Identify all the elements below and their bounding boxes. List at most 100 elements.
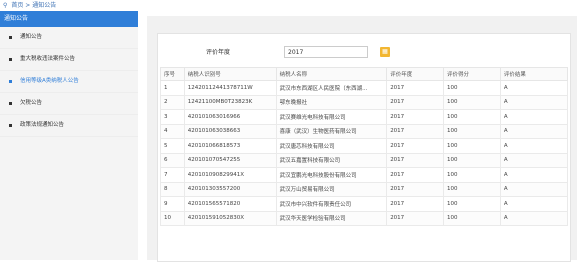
cell-score: 100 [443, 138, 501, 154]
cell-year: 2017 [386, 210, 444, 226]
sidebar-item-label: 重大税收违法案件公告 [20, 56, 76, 62]
column-header-tax-id: 纳税人识别号 [183, 67, 277, 81]
cell-year: 2017 [386, 109, 444, 125]
cell-index: 3 [160, 109, 185, 125]
table-row[interactable]: 6 420101070547255 武汉五嘉置科技有限公司 2017 100 A [160, 152, 569, 168]
table-row[interactable]: 10 420101591052830X 武汉华天医学检验有限公司 2017 100 A [160, 210, 569, 226]
table-row[interactable]: 8 420101303557200 武汉万山贸易有限公司 2017 100 A [160, 181, 569, 197]
sidebar-item-label: 信用等级A类纳税人公告 [20, 78, 79, 84]
cell-result: A [499, 196, 569, 212]
cell-score: 100 [443, 109, 501, 125]
sidebar-item-tax-arrears[interactable]: 欠税公告 [0, 93, 138, 115]
cell-index: 8 [160, 181, 185, 197]
cell-result: A [499, 138, 569, 154]
sidebar: 通知公告 通知公告 重大税收违法案件公告 信用等级A类纳税人公告 欠税公告 政策… [0, 11, 138, 260]
cell-score: 100 [443, 80, 501, 96]
table-row[interactable]: 9 420101565571820 武汉市中兴软件有限责任公司 2017 100 A [160, 196, 569, 212]
column-header-result: 评价结果 [499, 67, 569, 81]
column-header-index: 序号 [160, 67, 185, 81]
cell-name: 武汉五嘉置科技有限公司 [275, 152, 388, 168]
column-header-score: 评价得分 [443, 67, 501, 81]
cell-tax-id: 124201124413787​11W [183, 80, 277, 96]
sidebar-item-policy-notices[interactable]: 政策法规通知公告 [0, 115, 138, 137]
cell-score: 100 [443, 196, 501, 212]
cell-result: A [499, 94, 569, 110]
column-header-year: 评价年度 [386, 67, 444, 81]
cell-score: 100 [443, 210, 501, 226]
year-filter: 评价年度 2017 ▦ [206, 46, 390, 60]
bullet-icon [9, 80, 12, 83]
cell-name: 鄂东晚报社 [275, 94, 388, 110]
cell-year: 2017 [386, 152, 444, 168]
taxpayer-table: 序号 纳税人识别号 纳税人名称 评价年度 评价得分 评价结果 1 12420112… [160, 67, 569, 226]
cell-tax-id: 420101303557200 [183, 181, 277, 197]
table-row[interactable]: 2 12421100MB0T23823K 鄂东晚报社 2017 100 A [160, 94, 569, 110]
bullet-icon [9, 124, 12, 127]
cell-score: 100 [443, 152, 501, 168]
table-header-row: 序号 纳税人识别号 纳税人名称 评价年度 评价得分 评价结果 [160, 67, 569, 81]
breadcrumb-current: 通知公告 [32, 2, 57, 9]
cell-result: A [499, 80, 569, 96]
cell-year: 2017 [386, 138, 444, 154]
cell-name: 武汉宜鹏光电科技股份有限公司 [275, 167, 388, 183]
cell-result: A [499, 181, 569, 197]
cell-name: 武汉唐芯科技有限公司 [275, 138, 388, 154]
main-content: 评价年度 2017 ▦ 序号 纳税人识别号 纳税人名称 评价年度 评价得分 评价… [147, 16, 577, 262]
sidebar-header: 通知公告 [0, 11, 138, 27]
cell-score: 100 [443, 123, 501, 139]
cell-year: 2017 [386, 80, 444, 96]
cell-index: 6 [160, 152, 185, 168]
cell-index: 2 [160, 94, 185, 110]
cell-index: 4 [160, 123, 185, 139]
cell-name: 武汉万山贸易有限公司 [275, 181, 388, 197]
cell-index: 1 [160, 80, 185, 96]
cell-index: 9 [160, 196, 185, 212]
sidebar-item-label: 政策法规通知公告 [20, 122, 65, 128]
cell-result: A [499, 109, 569, 125]
cell-year: 2017 [386, 167, 444, 183]
cell-tax-id: 12421100MB0T23823K [183, 94, 277, 110]
results-panel: 评价年度 2017 ▦ 序号 纳税人识别号 纳税人名称 评价年度 评价得分 评价… [157, 33, 571, 262]
cell-score: 100 [443, 167, 501, 183]
year-filter-label: 评价年度 [206, 49, 231, 56]
cell-tax-id: 420101063038663 [183, 123, 277, 139]
bullet-icon [9, 36, 12, 39]
column-header-name: 纳税人名称 [275, 67, 388, 81]
table-row[interactable]: 1 124201124413787​11W 武汉市东西湖区人民医院（东西湖... 20… [160, 80, 569, 96]
table-row[interactable]: 3 420101063016966 武汉赛维光电科技有限公司 2017 100 A [160, 109, 569, 125]
cell-name: 喜康（武汉）生物医药有限公司 [275, 123, 388, 139]
table-row[interactable]: 5 420101066818573 武汉唐芯科技有限公司 2017 100 A [160, 138, 569, 154]
cell-tax-id: 420101063016966 [183, 109, 277, 125]
breadcrumb: ⚲ 首页 > 通知公告 [0, 0, 577, 11]
sidebar-item-notices[interactable]: 通知公告 [0, 27, 138, 49]
cell-score: 100 [443, 181, 501, 197]
cell-tax-id: 420101090829941X [183, 167, 277, 183]
cell-score: 100 [443, 94, 501, 110]
cell-index: 7 [160, 167, 185, 183]
cell-year: 2017 [386, 196, 444, 212]
cell-result: A [499, 167, 569, 183]
sidebar-item-label: 欠税公告 [20, 100, 43, 106]
sidebar-item-major-tax-violations[interactable]: 重大税收违法案件公告 [0, 49, 138, 71]
cell-name: 武汉赛维光电科技有限公司 [275, 109, 388, 125]
bullet-icon [9, 58, 12, 61]
cell-year: 2017 [386, 94, 444, 110]
calendar-icon[interactable]: ▦ [380, 47, 390, 57]
sidebar-item-label: 通知公告 [20, 34, 43, 40]
table-row[interactable]: 7 420101090829941X 武汉宜鹏光电科技股份有限公司 2017 100 A [160, 167, 569, 183]
cell-index: 5 [160, 138, 185, 154]
cell-year: 2017 [386, 123, 444, 139]
sidebar-item-credit-a-taxpayers[interactable]: 信用等级A类纳税人公告 [0, 71, 138, 93]
cell-tax-id: 420101070547255 [183, 152, 277, 168]
breadcrumb-separator: > [25, 2, 31, 9]
cell-name: 武汉市中兴软件有限责任公司 [275, 196, 388, 212]
cell-name: 武汉华天医学检验有限公司 [275, 210, 388, 226]
year-input[interactable]: 2017 [284, 46, 368, 58]
table-row[interactable]: 4 420101063038663 喜康（武汉）生物医药有限公司 2017 100 A [160, 123, 569, 139]
cell-tax-id: 420101565571820 [183, 196, 277, 212]
cell-result: A [499, 123, 569, 139]
cell-tax-id: 420101066818573 [183, 138, 277, 154]
cell-year: 2017 [386, 181, 444, 197]
cell-name: 武汉市东西湖区人民医院（东西湖... [275, 80, 388, 96]
breadcrumb-home[interactable]: 首页 [11, 2, 23, 9]
